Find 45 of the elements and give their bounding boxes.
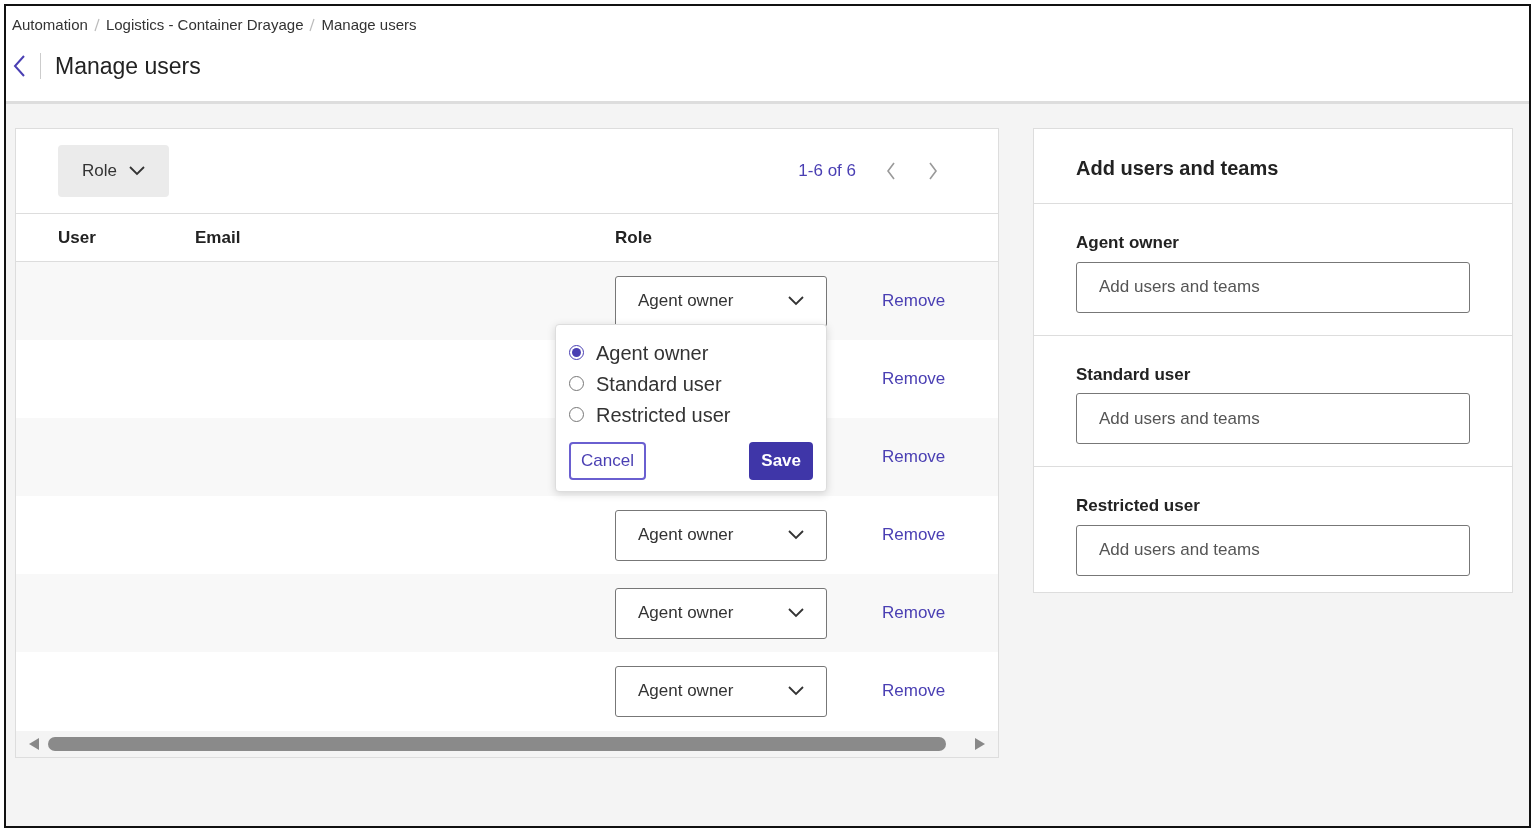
scroll-thumb[interactable]	[48, 737, 946, 751]
field-label: Agent owner	[1076, 232, 1180, 254]
panel-title: Add users and teams	[1034, 129, 1512, 204]
breadcrumb-separator-icon	[309, 18, 316, 33]
column-header: Email	[195, 226, 242, 249]
role-dropdown[interactable]: Agent owner	[615, 509, 827, 561]
horizontal-scrollbar[interactable]	[16, 731, 998, 757]
next-page-icon[interactable]	[928, 162, 938, 180]
user-search-field[interactable]: Add users and teams	[1076, 524, 1470, 576]
chevron-down-icon	[788, 296, 804, 306]
chevron-down-icon	[788, 686, 804, 696]
breadcrumb-separator-icon	[93, 18, 100, 33]
column-header: Role	[615, 226, 653, 249]
previous-page-icon[interactable]	[886, 162, 896, 180]
chevron-down-icon	[788, 608, 804, 618]
chevron-down-icon	[128, 166, 145, 176]
breadcrumb-current: Manage users	[321, 15, 417, 35]
role-dropdown[interactable]: Agent owner	[615, 665, 827, 717]
chevron-down-icon	[788, 530, 804, 540]
back-icon[interactable]	[12, 53, 26, 78]
role-dropdown[interactable]: Agent owner	[615, 587, 827, 639]
field-label: Standard user	[1076, 363, 1192, 386]
remove-link[interactable]: Remove	[882, 600, 946, 626]
remove-link[interactable]: Remove	[882, 678, 946, 704]
user-search-field[interactable]: Add users and teams	[1076, 261, 1470, 313]
role-filter-button[interactable]: Role	[58, 145, 169, 197]
remove-link[interactable]: Remove	[882, 522, 946, 548]
breadcrumb-link[interactable]: Automation	[12, 14, 88, 37]
radio-option[interactable]: Standard user	[569, 368, 813, 399]
page-title: Manage users	[55, 51, 201, 81]
column-header: User	[57, 226, 97, 249]
role-dropdown[interactable]: Agent owner	[615, 275, 827, 327]
remove-link[interactable]: Remove	[882, 366, 946, 392]
scroll-right-icon[interactable]	[974, 737, 986, 751]
save-button[interactable]: Save	[749, 442, 813, 480]
remove-link[interactable]: Remove	[882, 288, 946, 314]
user-search-field[interactable]: Add users and teams	[1076, 393, 1470, 444]
cancel-button[interactable]: Cancel	[569, 442, 646, 480]
remove-link[interactable]: Remove	[882, 444, 946, 470]
breadcrumb-link[interactable]: Logistics - Container Drayage	[105, 14, 304, 37]
radio-option[interactable]: Agent owner	[569, 337, 813, 368]
radio-option[interactable]: Restricted user	[569, 399, 813, 430]
pagination-range: 1-6 of 6	[798, 160, 856, 183]
scroll-left-icon[interactable]	[28, 737, 40, 751]
field-label: Restricted user	[1076, 495, 1201, 517]
